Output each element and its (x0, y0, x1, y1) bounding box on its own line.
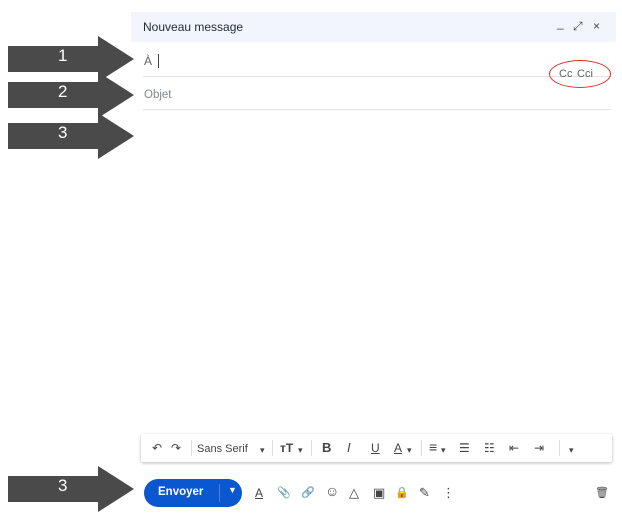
cci-link[interactable]: Cci (577, 68, 593, 80)
drive-icon[interactable]: △ (349, 485, 359, 501)
more-formatting-icon[interactable]: ▾ (569, 442, 574, 458)
text-size-dropdown-icon[interactable]: ▾ (298, 442, 303, 458)
underline-icon[interactable]: U (371, 440, 380, 456)
bulleted-list-icon[interactable]: ☷ (484, 440, 495, 456)
popout-icon[interactable]: ⤢ (573, 19, 583, 33)
toolbar-divider (421, 440, 422, 456)
link-icon[interactable]: 🔗 (301, 485, 315, 501)
font-family-select[interactable]: Sans Serif (197, 441, 248, 457)
to-field[interactable]: À (143, 46, 611, 77)
send-options-icon[interactable]: ▼ (228, 485, 237, 495)
formatting-toolbar: ↶ ↷ Sans Serif ▾ тT ▾ B I U A ▾ ≡ ▾ ☰ ☷ … (141, 434, 612, 462)
subject-field[interactable]: Objet (143, 81, 611, 110)
text-size-icon[interactable]: тT (280, 440, 293, 456)
annotation-number: 2 (58, 82, 68, 101)
bold-icon[interactable]: B (322, 440, 331, 456)
compose-title-bar[interactable]: Nouveau message _ ⤢ × (131, 12, 616, 42)
photo-icon[interactable]: ▣ (373, 485, 385, 501)
undo-icon[interactable]: ↶ (152, 440, 162, 456)
indent-more-icon[interactable]: ⇥ (534, 440, 544, 456)
text-color-icon[interactable]: A (394, 440, 402, 456)
annotation-arrow-2: 2 (8, 72, 134, 118)
annotation-arrow-3-send: 3 (8, 466, 134, 512)
toolbar-divider (311, 440, 312, 456)
minimize-icon[interactable]: _ (557, 16, 564, 30)
send-button-divider (219, 484, 220, 502)
trash-icon[interactable]: 🗑 (595, 485, 609, 501)
italic-icon[interactable]: I (347, 440, 351, 456)
formatting-options-icon[interactable]: A (255, 485, 263, 501)
align-icon[interactable]: ≡ (429, 439, 437, 455)
send-button-label: Envoyer (158, 486, 204, 498)
send-button[interactable]: Envoyer ▼ (144, 479, 242, 507)
attach-icon[interactable]: 📎 (277, 485, 291, 501)
emoji-icon[interactable]: ☺ (325, 483, 339, 499)
annotation-number: 3 (58, 123, 68, 142)
font-dropdown-icon[interactable]: ▾ (260, 442, 265, 458)
toolbar-divider (191, 440, 192, 456)
message-body[interactable] (143, 112, 611, 432)
indent-less-icon[interactable]: ⇤ (509, 440, 519, 456)
cc-link[interactable]: Cc (559, 68, 572, 80)
compose-title: Nouveau message (143, 20, 244, 34)
compose-window: Nouveau message _ ⤢ × À Cc Cci Objet ↶ ↷… (131, 12, 616, 514)
redo-icon[interactable]: ↷ (171, 440, 181, 456)
toolbar-divider (559, 440, 560, 456)
signature-icon[interactable]: ✎ (419, 485, 430, 501)
annotation-number: 1 (58, 46, 68, 65)
close-icon[interactable]: × (593, 19, 600, 33)
text-color-dropdown-icon[interactable]: ▾ (407, 442, 412, 458)
align-dropdown-icon[interactable]: ▾ (441, 442, 446, 458)
annotation-number: 3 (58, 476, 68, 495)
annotation-arrow-3: 3 (8, 113, 134, 159)
numbered-list-icon[interactable]: ☰ (459, 440, 470, 456)
to-label: À (144, 54, 153, 68)
confidential-mode-icon[interactable]: 🔒 (395, 485, 409, 501)
text-caret (158, 54, 159, 68)
toolbar-divider (272, 440, 273, 456)
subject-placeholder: Objet (144, 89, 172, 101)
more-options-icon[interactable]: ⋮ (442, 485, 455, 501)
